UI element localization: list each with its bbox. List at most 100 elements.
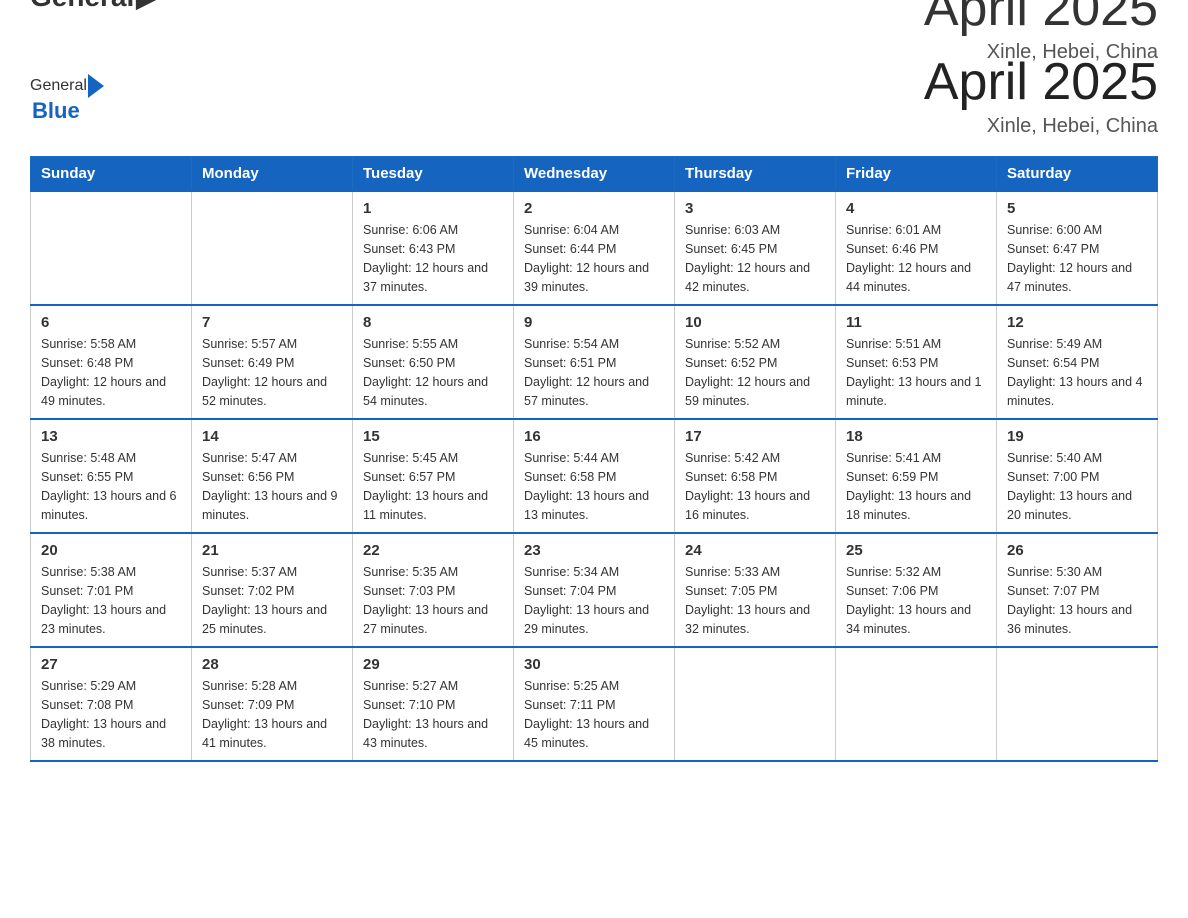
- day-number: 25: [846, 542, 986, 559]
- day-number: 14: [202, 428, 342, 445]
- week-row-1: 1Sunrise: 6:06 AM Sunset: 6:43 PM Daylig…: [31, 191, 1158, 305]
- day-number: 28: [202, 656, 342, 673]
- day-number: 7: [202, 314, 342, 331]
- day-number: 20: [41, 542, 181, 559]
- calendar-cell: 12 Sunrise: 5:49 AM Sunset: 6:54 PM Dayli…: [997, 305, 1158, 419]
- day-info: Sunrise: 5:29 AM Sunset: 7:08 PM Dayligh…: [41, 677, 181, 752]
- day-info: Sunrise: 5:49 AM Sunset: 6:54 PM Dayligh…: [1007, 335, 1147, 410]
- day-number: 30: [524, 656, 664, 673]
- day-number: 16: [524, 428, 664, 445]
- day-info: Sunrise: 5:57 AM Sunset: 6:49 PM Dayligh…: [202, 335, 342, 410]
- calendar-cell: [31, 191, 192, 305]
- calendar-cell: 24 Sunrise: 5:33 AM Sunset: 7:05 PM Dayli…: [675, 533, 836, 647]
- calendar-cell: 16 Sunrise: 5:44 AM Sunset: 6:58 PM Dayli…: [514, 419, 675, 533]
- day-info: Sunrise: 5:45 AM Sunset: 6:57 PM Dayligh…: [363, 449, 503, 524]
- calendar-cell: 27Sunrise: 5:29 AM Sunset: 7:08 PM Dayli…: [31, 647, 192, 761]
- logo-container: General Blue: [30, 74, 105, 124]
- day-number: 9: [524, 314, 664, 331]
- day-info: Sunrise: 5:32 AM Sunset: 7:06 PM Dayligh…: [846, 563, 986, 638]
- day-info: Sunrise: 5:41 AM Sunset: 6:59 PM Dayligh…: [846, 449, 986, 524]
- logo-arrow-icon: [88, 74, 104, 98]
- day-number: 8: [363, 314, 503, 331]
- day-number: 26: [1007, 542, 1147, 559]
- calendar-cell: 17Sunrise: 5:42 AM Sunset: 6:58 PM Dayli…: [675, 419, 836, 533]
- calendar-cell: [675, 647, 836, 761]
- day-info: Sunrise: 5:55 AM Sunset: 6:50 PM Dayligh…: [363, 335, 503, 410]
- calendar-cell: 22 Sunrise: 5:35 AM Sunset: 7:03 PM Dayli…: [353, 533, 514, 647]
- title-area: April 2025 Xinle, Hebei, China: [924, 54, 1158, 138]
- week-row-2: 6Sunrise: 5:58 AM Sunset: 6:48 PM Daylig…: [31, 305, 1158, 419]
- calendar-cell: [192, 191, 353, 305]
- calendar-cell: 9 Sunrise: 5:54 AM Sunset: 6:51 PM Daylig…: [514, 305, 675, 419]
- day-number: 10: [685, 314, 825, 331]
- col-wednesday: Wednesday: [514, 157, 675, 192]
- day-info: Sunrise: 5:40 AM Sunset: 7:00 PM Dayligh…: [1007, 449, 1147, 524]
- logo-line1: General: [30, 74, 105, 98]
- calendar-title: April 2025: [924, 0, 1158, 37]
- calendar-cell: 19 Sunrise: 5:40 AM Sunset: 7:00 PM Dayli…: [997, 419, 1158, 533]
- calendar-cell: 13 Sunrise: 5:48 AM Sunset: 6:55 PM Dayli…: [31, 419, 192, 533]
- day-info: Sunrise: 5:54 AM Sunset: 6:51 PM Dayligh…: [524, 335, 664, 410]
- logo: General ▶: [30, 0, 158, 13]
- logo-general: General: [30, 77, 87, 95]
- day-number: 3: [685, 200, 825, 217]
- location-subtitle: Xinle, Hebei, China: [924, 115, 1158, 138]
- calendar-cell: 11Sunrise: 5:51 AM Sunset: 6:53 PM Dayli…: [836, 305, 997, 419]
- day-number: 1: [363, 200, 503, 217]
- col-saturday: Saturday: [997, 157, 1158, 192]
- logo-blue-text: ▶: [136, 0, 158, 13]
- week-row-5: 27Sunrise: 5:29 AM Sunset: 7:08 PM Dayli…: [31, 647, 1158, 761]
- col-thursday: Thursday: [675, 157, 836, 192]
- day-info: Sunrise: 5:47 AM Sunset: 6:56 PM Dayligh…: [202, 449, 342, 524]
- day-info: Sunrise: 5:51 AM Sunset: 6:53 PM Dayligh…: [846, 335, 986, 410]
- week-row-3: 13 Sunrise: 5:48 AM Sunset: 6:55 PM Dayli…: [31, 419, 1158, 533]
- day-number: 2: [524, 200, 664, 217]
- day-number: 5: [1007, 200, 1147, 217]
- day-number: 19: [1007, 428, 1147, 445]
- day-number: 12: [1007, 314, 1147, 331]
- day-number: 23: [524, 542, 664, 559]
- calendar-cell: [836, 647, 997, 761]
- day-number: 29: [363, 656, 503, 673]
- calendar-cell: 20 Sunrise: 5:38 AM Sunset: 7:01 PM Dayli…: [31, 533, 192, 647]
- logo-blue-subtitle: Blue: [32, 98, 105, 124]
- day-number: 6: [41, 314, 181, 331]
- col-monday: Monday: [192, 157, 353, 192]
- calendar-cell: 21 Sunrise: 5:37 AM Sunset: 7:02 PM Dayli…: [192, 533, 353, 647]
- day-info: Sunrise: 5:37 AM Sunset: 7:02 PM Dayligh…: [202, 563, 342, 638]
- calendar-cell: 14 Sunrise: 5:47 AM Sunset: 6:56 PM Dayli…: [192, 419, 353, 533]
- calendar-cell: 15 Sunrise: 5:45 AM Sunset: 6:57 PM Dayli…: [353, 419, 514, 533]
- calendar-cell: [997, 647, 1158, 761]
- calendar-cell: 1Sunrise: 6:06 AM Sunset: 6:43 PM Daylig…: [353, 191, 514, 305]
- logo-general-text: General: [30, 0, 134, 13]
- day-info: Sunrise: 5:33 AM Sunset: 7:05 PM Dayligh…: [685, 563, 825, 638]
- day-info: Sunrise: 5:44 AM Sunset: 6:58 PM Dayligh…: [524, 449, 664, 524]
- col-tuesday: Tuesday: [353, 157, 514, 192]
- calendar-cell: 6Sunrise: 5:58 AM Sunset: 6:48 PM Daylig…: [31, 305, 192, 419]
- calendar-cell: 26Sunrise: 5:30 AM Sunset: 7:07 PM Dayli…: [997, 533, 1158, 647]
- day-info: Sunrise: 5:25 AM Sunset: 7:11 PM Dayligh…: [524, 677, 664, 752]
- week-row-4: 20 Sunrise: 5:38 AM Sunset: 7:01 PM Dayli…: [31, 533, 1158, 647]
- day-number: 21: [202, 542, 342, 559]
- month-year-title: April 2025: [924, 54, 1158, 111]
- col-friday: Friday: [836, 157, 997, 192]
- day-number: 22: [363, 542, 503, 559]
- col-sunday: Sunday: [31, 157, 192, 192]
- day-number: 15: [363, 428, 503, 445]
- day-info: Sunrise: 5:28 AM Sunset: 7:09 PM Dayligh…: [202, 677, 342, 752]
- day-info: Sunrise: 6:03 AM Sunset: 6:45 PM Dayligh…: [685, 221, 825, 296]
- day-number: 13: [41, 428, 181, 445]
- calendar-cell: 3 Sunrise: 6:03 AM Sunset: 6:45 PM Daylig…: [675, 191, 836, 305]
- day-info: Sunrise: 5:52 AM Sunset: 6:52 PM Dayligh…: [685, 335, 825, 410]
- calendar-cell: 18Sunrise: 5:41 AM Sunset: 6:59 PM Dayli…: [836, 419, 997, 533]
- calendar-cell: 4Sunrise: 6:01 AM Sunset: 6:46 PM Daylig…: [836, 191, 997, 305]
- day-info: Sunrise: 5:38 AM Sunset: 7:01 PM Dayligh…: [41, 563, 181, 638]
- day-info: Sunrise: 5:35 AM Sunset: 7:03 PM Dayligh…: [363, 563, 503, 638]
- calendar-cell: 8 Sunrise: 5:55 AM Sunset: 6:50 PM Daylig…: [353, 305, 514, 419]
- calendar-cell: 25 Sunrise: 5:32 AM Sunset: 7:06 PM Dayli…: [836, 533, 997, 647]
- calendar-cell: 2Sunrise: 6:04 AM Sunset: 6:44 PM Daylig…: [514, 191, 675, 305]
- day-number: 17: [685, 428, 825, 445]
- day-info: Sunrise: 5:48 AM Sunset: 6:55 PM Dayligh…: [41, 449, 181, 524]
- calendar-cell: 30 Sunrise: 5:25 AM Sunset: 7:11 PM Dayli…: [514, 647, 675, 761]
- day-number: 24: [685, 542, 825, 559]
